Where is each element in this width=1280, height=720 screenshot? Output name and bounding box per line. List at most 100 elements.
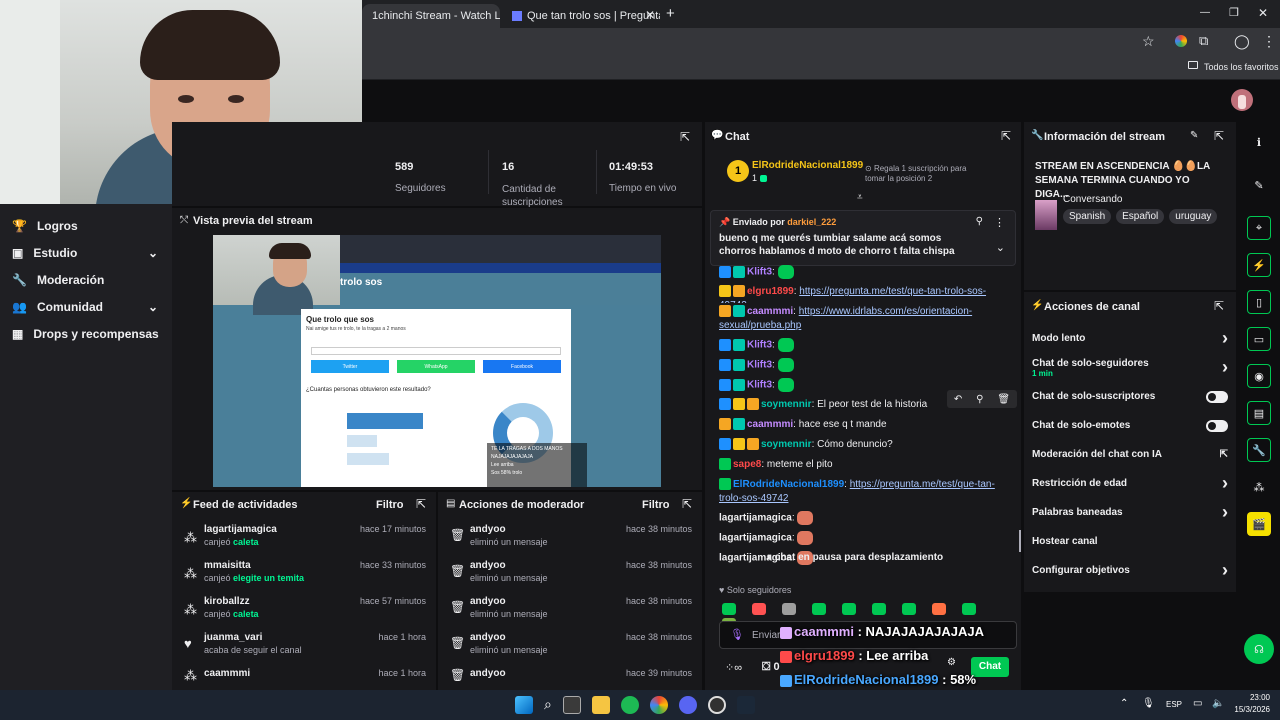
wrench-icon[interactable]: 🔧 bbox=[1247, 438, 1271, 462]
emote-icon[interactable] bbox=[872, 603, 886, 615]
emote-icon[interactable] bbox=[752, 603, 766, 615]
chat-username[interactable]: ElRodrideNacional1899 bbox=[733, 479, 844, 490]
language-indicator[interactable]: ESP bbox=[1166, 700, 1182, 709]
unpin-icon[interactable]: ⚲ bbox=[976, 216, 983, 227]
chat-username[interactable]: Klift3 bbox=[747, 340, 772, 351]
chat-message[interactable]: Klift3: bbox=[705, 336, 1021, 356]
activity-filter-button[interactable]: Filtro bbox=[376, 499, 404, 511]
document-icon[interactable]: ▯ bbox=[1247, 290, 1271, 314]
points-balance[interactable]: ⛋ 0 bbox=[762, 661, 780, 674]
nav-item-drops[interactable]: ▦ Drops y recompensas bbox=[0, 320, 172, 347]
channel-action-1[interactable]: Modo lento › bbox=[1024, 324, 1236, 353]
chat-message[interactable]: soymennir: Cómo denuncio? bbox=[705, 436, 1021, 456]
file-explorer-icon[interactable] bbox=[591, 696, 610, 714]
chevron-up-icon[interactable]: ⌃ bbox=[1120, 698, 1128, 709]
bookmark-star-icon[interactable]: ☆ bbox=[1142, 33, 1155, 50]
chat-message[interactable]: ElRodrideNacional1899: https://pregunta.… bbox=[705, 476, 1021, 509]
obs-icon[interactable] bbox=[707, 696, 726, 714]
chat-message[interactable]: caammmi: hace ese q t mande bbox=[705, 416, 1021, 436]
tab-close-icon[interactable]: ✕ bbox=[645, 8, 655, 22]
extension-icon[interactable] bbox=[1175, 35, 1187, 47]
browser-tab-twitch[interactable]: 1chinchi Stream - Watch Live o bbox=[362, 4, 500, 28]
spotify-icon[interactable] bbox=[620, 696, 639, 714]
browser-tab-pregunta[interactable]: Que tan trolo sos | Pregunta.m bbox=[502, 4, 660, 28]
chevron-down-icon[interactable]: ⌄ bbox=[996, 241, 1005, 254]
chat-username[interactable]: soymennir bbox=[761, 399, 812, 410]
new-tab-icon[interactable]: + bbox=[666, 5, 675, 22]
external-link-icon[interactable]: ⇱ bbox=[1220, 449, 1228, 460]
toggle-switch[interactable] bbox=[1206, 419, 1228, 432]
popout-icon[interactable]: ⇱ bbox=[416, 497, 426, 511]
chat-message[interactable]: lagartijamagica: bbox=[705, 529, 1021, 549]
chevron-right-icon[interactable]: › bbox=[1222, 560, 1228, 581]
chat-message[interactable]: Klift3: bbox=[705, 356, 1021, 376]
channel-action-6[interactable]: Restricción de edad › bbox=[1024, 469, 1236, 498]
edit-icon[interactable]: ✎ bbox=[1190, 130, 1198, 141]
stream-category[interactable]: Conversando bbox=[1063, 194, 1122, 205]
all-favorites-link[interactable]: Todos los favoritos bbox=[1204, 62, 1279, 72]
reply-icon[interactable]: ↶ bbox=[954, 394, 962, 405]
mod-actions-filter-button[interactable]: Filtro bbox=[642, 499, 670, 511]
microphone-icon[interactable]: 🎙 bbox=[1142, 698, 1155, 709]
emote-icon[interactable] bbox=[722, 603, 736, 615]
channel-action-4[interactable]: Chat de solo-emotes bbox=[1024, 411, 1236, 440]
popout-icon[interactable]: ⇱ bbox=[682, 497, 692, 511]
extensions-puzzle-icon[interactable]: ⧉ bbox=[1199, 33, 1208, 49]
window-close-icon[interactable]: ✕ bbox=[1258, 6, 1268, 20]
chat-username[interactable]: caammmi bbox=[747, 419, 793, 430]
minimize-icon[interactable]: — bbox=[1200, 7, 1210, 18]
broadcast-icon[interactable]: ◉ bbox=[1247, 364, 1271, 388]
more-options-icon[interactable]: ⋮ bbox=[994, 216, 1005, 229]
volume-icon[interactable]: 🔈 bbox=[1212, 698, 1224, 709]
discord-icon[interactable] bbox=[678, 696, 697, 714]
popout-icon[interactable]: ⇱ bbox=[1001, 129, 1011, 143]
clock-time[interactable]: 23:00 bbox=[1226, 693, 1270, 702]
chat-username[interactable]: sape8 bbox=[733, 459, 761, 470]
emote-icon[interactable] bbox=[962, 603, 976, 615]
popout-icon[interactable]: ⇱ bbox=[1214, 299, 1224, 313]
help-headset-icon[interactable]: ☊ bbox=[1244, 634, 1274, 664]
gifter-name[interactable]: ElRodrideNacional1899 bbox=[752, 160, 863, 171]
task-view-icon[interactable] bbox=[562, 696, 581, 714]
channel-action-7[interactable]: Palabras baneadas › bbox=[1024, 498, 1236, 527]
chat-username[interactable]: Klift3 bbox=[747, 267, 772, 278]
channel-points-icon[interactable]: ⁘∞ bbox=[725, 661, 742, 674]
chat-username[interactable]: elgru1899 bbox=[747, 286, 794, 297]
steam-icon[interactable] bbox=[736, 696, 755, 714]
windows-start-icon[interactable] bbox=[515, 696, 533, 714]
channel-points-icon[interactable]: ⁂ bbox=[1247, 475, 1271, 499]
maximize-icon[interactable]: ❐ bbox=[1229, 6, 1239, 19]
clock-date[interactable]: 15/3/2026 bbox=[1226, 705, 1270, 714]
avatar[interactable] bbox=[1231, 89, 1253, 111]
chat-message[interactable]: lagartijamagica: bbox=[705, 509, 1021, 529]
layout-icon[interactable]: ▤ bbox=[1247, 401, 1271, 425]
chat-username[interactable]: lagartijamagica bbox=[719, 513, 792, 524]
nav-item-estudio[interactable]: ▣ Estudio ⌄ bbox=[0, 239, 172, 266]
channel-action-9[interactable]: Configurar objetivos › bbox=[1024, 556, 1236, 585]
menu-kebab-icon[interactable]: ⋮ bbox=[1262, 33, 1276, 50]
chat-bubble-icon[interactable]: ▭ bbox=[1247, 327, 1271, 351]
chat-scrollbar[interactable] bbox=[1019, 530, 1021, 552]
chevron-right-icon[interactable]: › bbox=[1222, 328, 1228, 349]
channel-action-2[interactable]: Chat de solo-seguidores 1 min › bbox=[1024, 353, 1236, 382]
channel-action-8[interactable]: Hostear canal bbox=[1024, 527, 1236, 556]
chat-username[interactable]: Klift3 bbox=[747, 380, 772, 391]
chrome-icon[interactable] bbox=[649, 696, 668, 714]
nav-item-comunidad[interactable]: 👥 Comunidad ⌄ bbox=[0, 293, 172, 320]
profile-icon[interactable]: ◯ bbox=[1234, 33, 1250, 50]
chevron-right-icon[interactable]: › bbox=[1222, 473, 1228, 494]
popout-icon[interactable]: ⇱ bbox=[1214, 129, 1224, 143]
chevron-right-icon[interactable]: › bbox=[1222, 502, 1228, 523]
chat-username[interactable]: caammmi bbox=[747, 306, 793, 317]
delete-icon[interactable]: 🗑 bbox=[997, 394, 1010, 405]
chat-message[interactable]: sape8: meteme el pito bbox=[705, 456, 1021, 476]
pinned-user[interactable]: darkiel_222 bbox=[787, 217, 836, 227]
chat-username[interactable]: lagartijamagica bbox=[719, 533, 792, 544]
edit-icon[interactable]: ✎ bbox=[1247, 173, 1271, 197]
chevron-right-icon[interactable]: › bbox=[1222, 357, 1228, 378]
toggle-switch[interactable] bbox=[1206, 390, 1228, 403]
tag[interactable]: Spanish bbox=[1063, 209, 1112, 224]
nav-item-moderacion[interactable]: 🔧 Moderación bbox=[0, 266, 172, 293]
chat-username[interactable]: soymennir bbox=[761, 439, 812, 450]
chat-message[interactable]: caammmi: https://www.idrlabs.com/es/orie… bbox=[705, 303, 1021, 336]
